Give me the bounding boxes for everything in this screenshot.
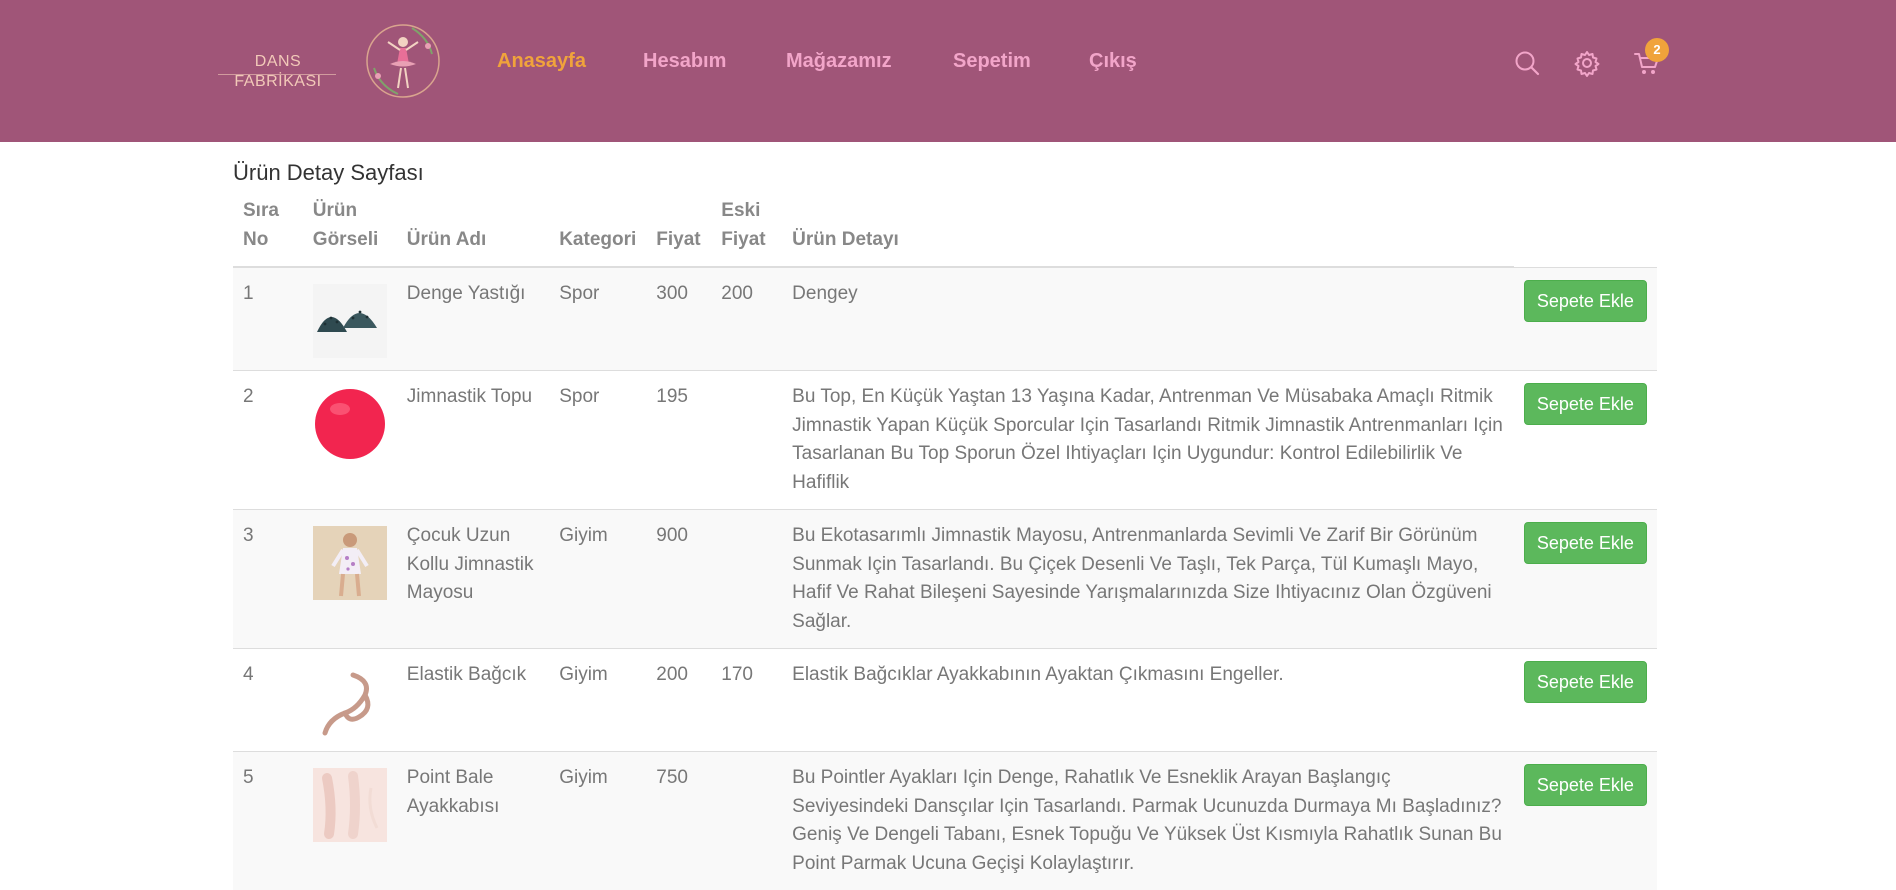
cell-category: Spor bbox=[549, 371, 646, 510]
product-table: SıraNo ÜrünGörseli Ürün Adı Kategori Fiy… bbox=[233, 196, 1657, 890]
table-row: 1 Denge Yastığı Spor 300 200 Dengey Sepe… bbox=[233, 267, 1657, 371]
leotard-image[interactable] bbox=[313, 526, 387, 600]
header-detail: Ürün Detayı bbox=[782, 196, 1514, 267]
add-to-cart-button[interactable]: Sepete Ekle bbox=[1524, 661, 1647, 703]
cell-category: Giyim bbox=[549, 649, 646, 752]
nav-link-account[interactable]: Hesabım bbox=[643, 50, 726, 73]
cell-price: 300 bbox=[646, 267, 711, 371]
table-row: 3 Çocuk Uzun Kollu Jimnastik Mayosu Giyi… bbox=[233, 510, 1657, 649]
brand-divider bbox=[218, 74, 336, 75]
cell-old-price: 200 bbox=[711, 267, 782, 371]
add-to-cart-button[interactable]: Sepete Ekle bbox=[1524, 383, 1647, 425]
cell-no: 3 bbox=[233, 510, 303, 649]
header-no: SıraNo bbox=[233, 196, 303, 267]
header-action bbox=[1514, 196, 1657, 267]
cell-category: Giyim bbox=[549, 752, 646, 890]
add-to-cart-button[interactable]: Sepete Ekle bbox=[1524, 764, 1647, 806]
cell-action: Sepete Ekle bbox=[1514, 267, 1657, 371]
cell-action: Sepete Ekle bbox=[1514, 510, 1657, 649]
cell-old-price: 170 bbox=[711, 649, 782, 752]
cell-price: 200 bbox=[646, 649, 711, 752]
nav-link-store[interactable]: Mağazamız bbox=[786, 50, 892, 73]
cell-price: 195 bbox=[646, 371, 711, 510]
cell-name: Jimnastik Topu bbox=[397, 371, 549, 510]
brand-logo-text[interactable]: DANS FABRİKASI bbox=[218, 52, 338, 92]
cell-action: Sepete Ekle bbox=[1514, 371, 1657, 510]
cell-no: 1 bbox=[233, 267, 303, 371]
table-row: 5 Point Bale Ayakkabısı Giyim 750 Bu Poi… bbox=[233, 752, 1657, 890]
nav-link-cart[interactable]: Sepetim bbox=[953, 50, 1031, 73]
cell-category: Spor bbox=[549, 267, 646, 371]
table-row: 2 Jimnastik Topu Spor 195 Bu Top, En Küç… bbox=[233, 371, 1657, 510]
cell-no: 5 bbox=[233, 752, 303, 890]
header-old-price: EskiFiyat bbox=[711, 196, 782, 267]
brand-line-2: FABRİKASI bbox=[218, 72, 338, 92]
cell-action: Sepete Ekle bbox=[1514, 752, 1657, 890]
cell-name: Çocuk Uzun Kollu Jimnastik Mayosu bbox=[397, 510, 549, 649]
add-to-cart-button[interactable]: Sepete Ekle bbox=[1524, 280, 1647, 322]
cell-name: Denge Yastığı bbox=[397, 267, 549, 371]
cell-old-price bbox=[711, 752, 782, 890]
gym-ball-image[interactable] bbox=[313, 387, 387, 461]
cell-no: 2 bbox=[233, 371, 303, 510]
brand-line-1: DANS bbox=[218, 52, 338, 72]
cell-action: Sepete Ekle bbox=[1514, 649, 1657, 752]
table-row: 4 Elastik Bağcık Giyim 200 170 Elastik B… bbox=[233, 649, 1657, 752]
ballerina-logo-icon[interactable] bbox=[360, 18, 446, 104]
gear-icon[interactable] bbox=[1572, 48, 1602, 78]
page-title: Ürün Detay Sayfası bbox=[233, 160, 424, 186]
cell-no: 4 bbox=[233, 649, 303, 752]
cell-detail: Elastik Bağcıklar Ayakkabının Ayaktan Çı… bbox=[782, 649, 1514, 752]
cell-detail: Bu Ekotasarımlı Jimnastik Mayosu, Antren… bbox=[782, 510, 1514, 649]
cell-image bbox=[303, 267, 397, 371]
table-header-row: SıraNo ÜrünGörseli Ürün Adı Kategori Fiy… bbox=[233, 196, 1657, 267]
header-category: Kategori bbox=[549, 196, 646, 267]
cell-detail: Bu Top, En Küçük Yaştan 13 Yaşına Kadar,… bbox=[782, 371, 1514, 510]
header-image: ÜrünGörseli bbox=[303, 196, 397, 267]
pointe-shoes-image[interactable] bbox=[313, 768, 387, 842]
nav-link-home[interactable]: Anasayfa bbox=[497, 50, 586, 73]
cell-image bbox=[303, 371, 397, 510]
add-to-cart-button[interactable]: Sepete Ekle bbox=[1524, 522, 1647, 564]
balance-cushion-image[interactable] bbox=[313, 284, 387, 358]
site-header: DANS FABRİKASI Anasayfa Hesabım Mağazamı… bbox=[0, 0, 1896, 142]
cell-image bbox=[303, 510, 397, 649]
cell-detail: Dengey bbox=[782, 267, 1514, 371]
nav-link-logout[interactable]: Çıkış bbox=[1089, 50, 1137, 73]
cell-category: Giyim bbox=[549, 510, 646, 649]
header-name: Ürün Adı bbox=[397, 196, 549, 267]
cell-image bbox=[303, 752, 397, 890]
cell-price: 900 bbox=[646, 510, 711, 649]
cell-name: Elastik Bağcık bbox=[397, 649, 549, 752]
cell-old-price bbox=[711, 510, 782, 649]
elastic-band-image[interactable] bbox=[313, 665, 387, 739]
cell-old-price bbox=[711, 371, 782, 510]
cart-count-badge: 2 bbox=[1645, 38, 1669, 62]
cell-detail: Bu Pointler Ayakları Için Denge, Rahatlı… bbox=[782, 752, 1514, 890]
cell-image bbox=[303, 649, 397, 752]
header-price: Fiyat bbox=[646, 196, 711, 267]
search-icon[interactable] bbox=[1512, 48, 1542, 78]
cell-price: 750 bbox=[646, 752, 711, 890]
cell-name: Point Bale Ayakkabısı bbox=[397, 752, 549, 890]
